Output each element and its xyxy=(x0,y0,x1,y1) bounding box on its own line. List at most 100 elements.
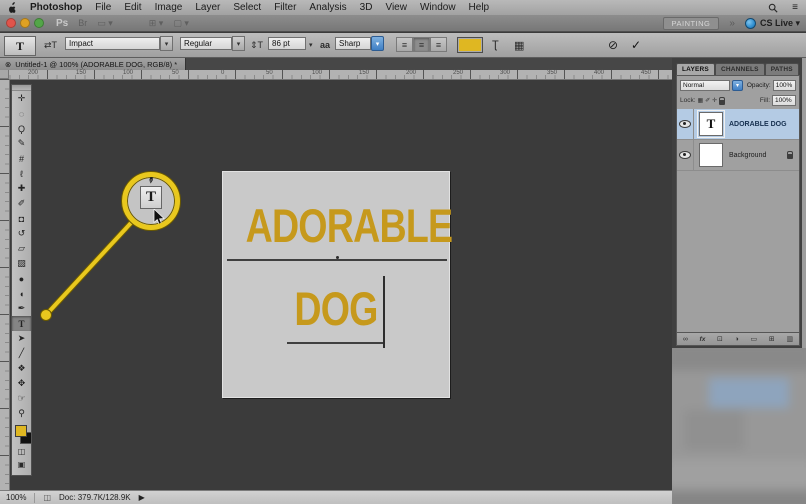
font-size-dropdown-icon[interactable]: ▾ xyxy=(309,41,313,49)
menu-window[interactable]: Window xyxy=(420,2,456,13)
toggle-panels-icon[interactable]: ▦ xyxy=(514,39,524,52)
view-extras-icon[interactable]: ▭ ▾ xyxy=(97,18,113,29)
foreground-color-swatch[interactable] xyxy=(15,425,27,437)
font-size-field[interactable]: 86 pt xyxy=(268,37,306,50)
align-right-button[interactable]: ≡ xyxy=(430,37,447,52)
3d-orbit-tool[interactable]: ✥ xyxy=(12,376,31,391)
link-layers-icon[interactable]: ∞ xyxy=(683,336,688,343)
commit-edits-button[interactable]: ✓ xyxy=(631,38,641,52)
hand-tool[interactable]: ☞ xyxy=(12,391,31,406)
menu-help[interactable]: Help xyxy=(469,2,490,13)
close-window-button[interactable] xyxy=(6,18,16,28)
text-color-swatch[interactable] xyxy=(457,37,483,53)
lock-all-icon[interactable] xyxy=(719,100,725,105)
tool-preset-picker[interactable]: T xyxy=(4,36,36,56)
anti-alias-field[interactable]: Sharp xyxy=(335,37,371,50)
text-orientation-icon[interactable]: ⇄T xyxy=(44,40,57,51)
apple-icon[interactable] xyxy=(8,2,17,13)
screen-mode-icon[interactable]: ▢ ▾ xyxy=(173,18,189,29)
healing-brush-tool[interactable]: ✚ xyxy=(12,181,31,196)
eyedropper-tool[interactable]: ℓ xyxy=(12,166,31,181)
new-layer-icon[interactable]: ⊞ xyxy=(769,335,775,343)
tab-paths[interactable]: PATHS xyxy=(765,63,799,75)
history-brush-tool[interactable]: ↺ xyxy=(12,226,31,241)
layer-row-adorable-dog[interactable]: T ADORABLE DOG xyxy=(677,109,799,140)
lasso-tool[interactable]: Ϙ xyxy=(12,121,31,136)
zoom-window-button[interactable] xyxy=(34,18,44,28)
move-tool[interactable]: ✛ xyxy=(12,91,31,106)
blend-mode-select[interactable]: Normal xyxy=(680,80,730,91)
font-family-dropdown-icon[interactable]: ▾ xyxy=(160,36,173,51)
visibility-toggle[interactable] xyxy=(677,140,694,170)
visibility-toggle[interactable] xyxy=(677,109,694,139)
line-tool[interactable]: ╱ xyxy=(12,346,31,361)
blend-mode-dropdown-icon[interactable]: ▾ xyxy=(732,80,743,91)
menu-file[interactable]: File xyxy=(95,2,111,13)
align-center-button[interactable]: ≡ xyxy=(413,37,430,52)
align-left-button[interactable]: ≡ xyxy=(396,37,413,52)
arrange-documents-icon[interactable]: ⊞ ▾ xyxy=(149,18,164,29)
new-group-icon[interactable]: ▭ xyxy=(751,335,758,343)
document-tab[interactable]: ⊗ Untitled-1 @ 100% (ADORABLE DOG, RGB/8… xyxy=(0,58,186,70)
font-style-field[interactable]: Regular xyxy=(180,37,232,50)
brush-tool[interactable]: ✐ xyxy=(12,196,31,211)
lock-position-icon[interactable]: ✛ xyxy=(712,97,717,104)
menu-3d[interactable]: 3D xyxy=(360,2,373,13)
clone-stamp-tool[interactable]: ◘ xyxy=(12,211,31,226)
crop-tool[interactable]: # xyxy=(12,151,31,166)
tab-layers[interactable]: LAYERS xyxy=(676,63,715,75)
lock-pixels-icon[interactable]: ✐ xyxy=(705,97,710,104)
tab-channels[interactable]: CHANNELS xyxy=(715,63,765,75)
bridge-icon[interactable]: Br xyxy=(78,18,87,28)
blur-tool[interactable]: ● xyxy=(12,271,31,286)
control-center-icon[interactable]: ≡ xyxy=(792,2,798,13)
3d-rotate-tool[interactable]: ❖ xyxy=(12,361,31,376)
screen-mode-toggle-icon[interactable]: ▣ xyxy=(12,460,31,469)
search-icon[interactable] xyxy=(768,3,778,13)
cs-live-button[interactable]: CS Live ▾ xyxy=(745,18,800,29)
layer-thumbnail[interactable]: T xyxy=(699,112,723,136)
anti-alias-dropdown-icon[interactable]: ▾ xyxy=(371,36,384,51)
menu-view[interactable]: View xyxy=(385,2,407,13)
add-layer-mask-icon[interactable]: ⊡ xyxy=(717,335,723,343)
eraser-tool[interactable]: ▱ xyxy=(12,241,31,256)
eyedropper-icon: ℓ xyxy=(20,169,23,179)
layer-name[interactable]: ADORABLE DOG xyxy=(729,121,787,128)
close-document-icon[interactable]: ⊗ xyxy=(5,60,11,69)
zoom-tool[interactable]: ⚲ xyxy=(12,406,31,421)
canvas[interactable]: ADORABLE DOG xyxy=(222,171,450,398)
adjustment-layer-icon[interactable]: ◑ xyxy=(735,336,739,343)
pen-tool[interactable]: ✒ xyxy=(12,301,31,316)
marquee-tool[interactable]: ◌ xyxy=(12,106,31,121)
minimize-window-button[interactable] xyxy=(20,18,30,28)
dodge-tool[interactable]: ◖ xyxy=(12,286,31,301)
menu-image[interactable]: Image xyxy=(155,2,183,13)
layer-row-background[interactable]: Background xyxy=(677,140,799,171)
layer-thumbnail[interactable] xyxy=(699,143,723,167)
menu-select[interactable]: Select xyxy=(233,2,261,13)
layer-name[interactable]: Background xyxy=(729,152,766,159)
gradient-tool[interactable]: ▨ xyxy=(12,256,31,271)
menu-filter[interactable]: Filter xyxy=(274,2,296,13)
font-family-field[interactable]: Impact xyxy=(65,37,160,50)
type-tool[interactable]: T xyxy=(12,316,31,331)
menu-photoshop[interactable]: Photoshop xyxy=(30,2,82,13)
warp-text-icon[interactable]: Ʈ xyxy=(492,39,499,51)
cancel-edits-button[interactable]: ⊘ xyxy=(608,38,618,52)
font-style-dropdown-icon[interactable]: ▾ xyxy=(232,36,245,51)
lock-transparency-icon[interactable]: ▦ xyxy=(698,97,704,104)
quick-selection-tool[interactable]: ✎ xyxy=(12,136,31,151)
status-options-arrow[interactable]: ▶ xyxy=(139,493,145,502)
delete-layer-icon[interactable]: ▥ xyxy=(786,335,793,343)
quick-mask-icon[interactable]: ◫ xyxy=(12,447,31,456)
opacity-field[interactable]: 100% xyxy=(773,80,796,91)
path-selection-tool[interactable]: ➤ xyxy=(12,331,31,346)
workspace-painting-button[interactable]: PAINTING xyxy=(663,17,720,30)
workspace-overflow-chevrons[interactable]: » xyxy=(729,18,735,29)
fill-field[interactable]: 100% xyxy=(772,95,796,106)
menu-layer[interactable]: Layer xyxy=(195,2,220,13)
zoom-level-field[interactable]: 100% xyxy=(6,493,26,502)
layer-style-icon[interactable]: fx xyxy=(700,336,706,343)
menu-analysis[interactable]: Analysis xyxy=(309,2,346,13)
menu-edit[interactable]: Edit xyxy=(124,2,141,13)
